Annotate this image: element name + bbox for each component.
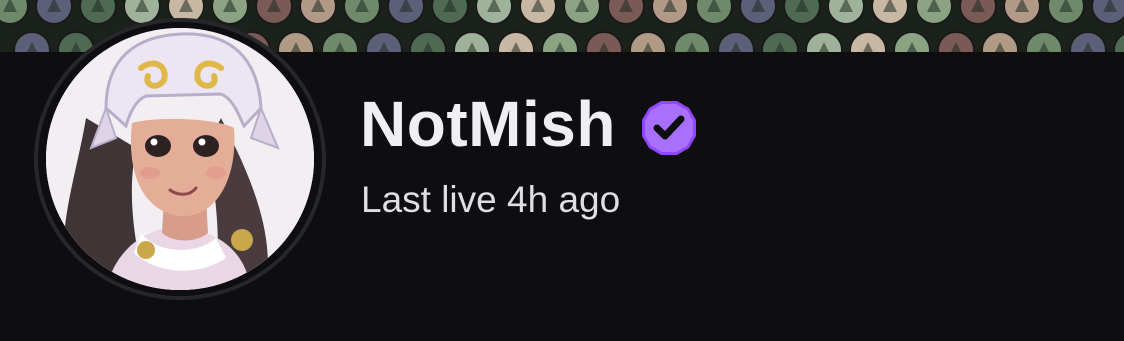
channel-name[interactable]: NotMish bbox=[360, 86, 616, 162]
channel-avatar[interactable] bbox=[46, 28, 314, 290]
verified-checkmark-icon[interactable] bbox=[640, 99, 698, 157]
channel-name-row: NotMish bbox=[360, 86, 698, 162]
channel-header: NotMish Last live 4h ago bbox=[0, 0, 1124, 341]
avatar-illustration bbox=[46, 28, 314, 290]
live-status-text: Last live 4h ago bbox=[361, 179, 621, 220]
